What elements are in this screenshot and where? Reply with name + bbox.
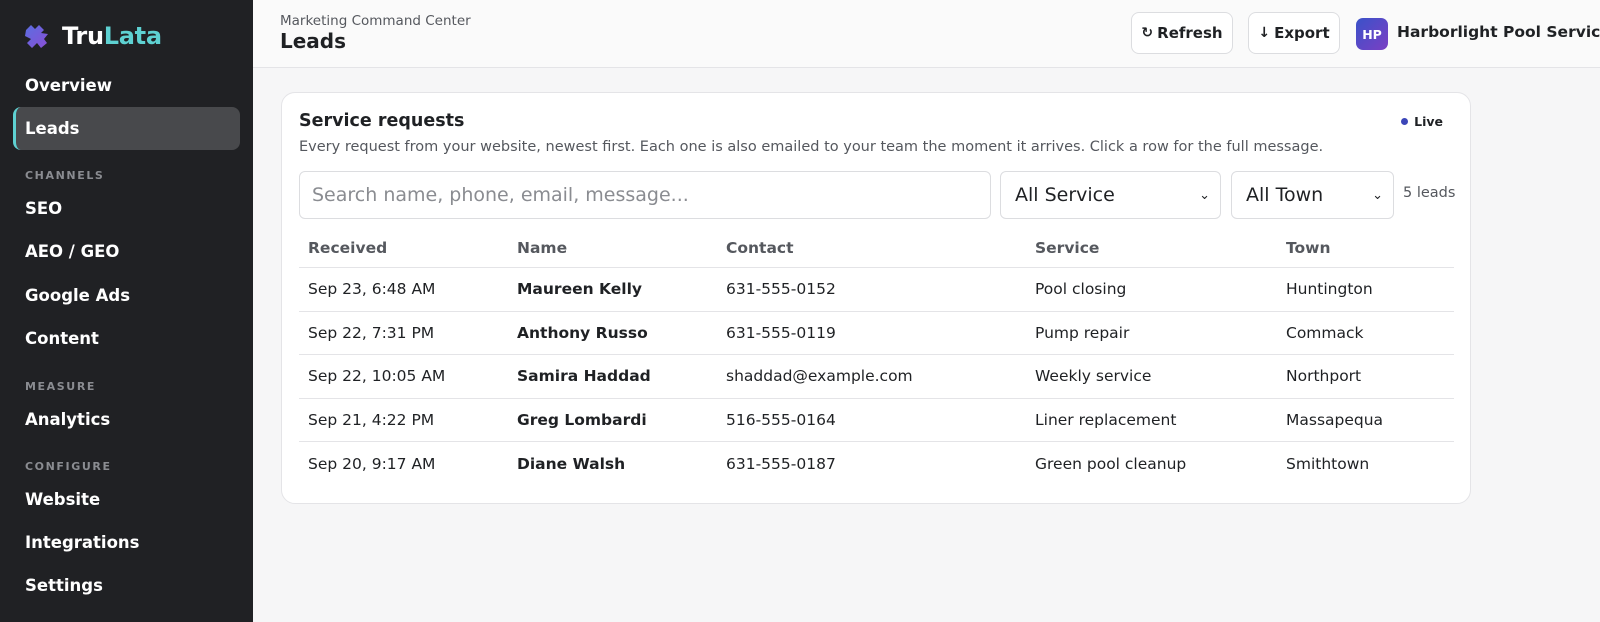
account-name[interactable]: Harborlight Pool Service	[1397, 23, 1600, 41]
avatar[interactable]: HP	[1356, 18, 1388, 50]
table-row[interactable]: Sep 23, 6:48 AM Maureen Kelly 631-555-01…	[299, 268, 1454, 312]
cell-received: Sep 23, 6:48 AM	[308, 280, 436, 299]
cell-received: Sep 21, 4:22 PM	[308, 410, 435, 429]
town-filter-select[interactable]: All Town ⌄	[1231, 171, 1394, 219]
card-subtitle: Every request from your website, newest …	[299, 139, 1324, 155]
cell-contact: 631-555-0187	[726, 454, 836, 473]
arrow-down-icon: ↓	[1258, 25, 1271, 41]
live-label: Live	[1414, 114, 1443, 129]
puzzle-logo-icon	[25, 25, 48, 48]
brand-name-part1: Tru	[62, 22, 104, 50]
sidebar-item-aeo-geo[interactable]: AEO / GEO	[13, 230, 240, 273]
sidebar-item-google-ads[interactable]: Google Ads	[13, 274, 240, 317]
cell-service: Green pool cleanup	[1035, 454, 1187, 473]
sidebar-item-content[interactable]: Content	[13, 317, 240, 360]
table-row[interactable]: Sep 22, 7:31 PM Anthony Russo 631-555-01…	[299, 312, 1454, 355]
cell-name: Samira Haddad	[517, 367, 651, 386]
column-header-name[interactable]: Name	[517, 239, 567, 257]
sidebar-section-configure: CONFIGURE	[25, 460, 112, 473]
sidebar-item-leads[interactable]: Leads	[13, 107, 240, 150]
sidebar: TruLata Overview Leads CHANNELS SEO AEO …	[0, 0, 253, 622]
cell-name: Maureen Kelly	[517, 280, 642, 299]
refresh-icon: ↻	[1141, 25, 1154, 41]
cell-contact: 631-555-0119	[726, 323, 836, 342]
cell-contact: shaddad@example.com	[726, 367, 913, 386]
cell-service: Pump repair	[1035, 323, 1130, 342]
export-button[interactable]: ↓ Export	[1248, 12, 1340, 54]
sidebar-item-analytics[interactable]: Analytics	[13, 398, 240, 441]
service-filter-select[interactable]: All Service ⌄	[1000, 171, 1221, 219]
cell-received: Sep 22, 10:05 AM	[308, 367, 446, 386]
sidebar-item-settings[interactable]: Settings	[13, 564, 240, 607]
town-filter-value: All Town	[1246, 184, 1324, 206]
refresh-label: Refresh	[1157, 24, 1223, 42]
cell-town: Smithtown	[1286, 454, 1370, 473]
cell-name: Greg Lombardi	[517, 410, 647, 429]
cell-town: Huntington	[1286, 280, 1373, 299]
cell-service: Pool closing	[1035, 280, 1127, 299]
table-row[interactable]: Sep 22, 10:05 AM Samira Haddad shaddad@e…	[299, 355, 1454, 399]
export-label: Export	[1274, 24, 1330, 42]
brand-name: TruLata	[62, 22, 162, 50]
main-content: Marketing Command Center Leads ↻ Refresh…	[253, 0, 1600, 622]
topbar: Marketing Command Center Leads ↻ Refresh…	[253, 0, 1600, 68]
page-title: Leads	[280, 29, 347, 53]
search-input[interactable]	[299, 171, 991, 219]
cell-contact: 516-555-0164	[726, 410, 836, 429]
table-row[interactable]: Sep 21, 4:22 PM Greg Lombardi 516-555-01…	[299, 399, 1454, 442]
cell-received: Sep 22, 7:31 PM	[308, 323, 435, 342]
card-title: Service requests	[299, 111, 465, 131]
cell-service: Liner replacement	[1035, 410, 1177, 429]
cell-received: Sep 20, 9:17 AM	[308, 454, 436, 473]
sidebar-item-integrations[interactable]: Integrations	[13, 521, 240, 564]
live-badge: Live	[1401, 114, 1443, 129]
sidebar-section-channels: CHANNELS	[25, 169, 105, 182]
column-header-service[interactable]: Service	[1035, 239, 1099, 257]
sidebar-section-measure: MEASURE	[25, 380, 97, 393]
sidebar-item-seo[interactable]: SEO	[13, 187, 240, 230]
brand[interactable]: TruLata	[0, 0, 253, 72]
cell-town: Massapequa	[1286, 410, 1384, 429]
cell-name: Diane Walsh	[517, 454, 626, 473]
brand-name-part2: Lata	[103, 22, 162, 50]
cell-town: Northport	[1286, 367, 1362, 386]
chevron-down-icon: ⌄	[1199, 187, 1210, 203]
column-header-contact[interactable]: Contact	[726, 239, 794, 257]
column-header-received[interactable]: Received	[308, 239, 387, 257]
chevron-down-icon: ⌄	[1372, 187, 1383, 203]
leads-table: Received Name Contact Service Town Sep 2…	[299, 228, 1454, 486]
lead-count: 5 leads	[1403, 185, 1456, 201]
cell-town: Commack	[1286, 323, 1364, 342]
service-filter-value: All Service	[1015, 184, 1115, 206]
service-requests-card: Service requests Live Every request from…	[281, 92, 1471, 504]
column-header-town[interactable]: Town	[1286, 239, 1331, 257]
cell-contact: 631-555-0152	[726, 280, 836, 299]
cell-name: Anthony Russo	[517, 323, 648, 342]
table-header: Received Name Contact Service Town	[299, 228, 1454, 268]
refresh-button[interactable]: ↻ Refresh	[1131, 12, 1233, 54]
breadcrumb: Marketing Command Center	[280, 13, 471, 29]
cell-service: Weekly service	[1035, 367, 1152, 386]
sidebar-item-overview[interactable]: Overview	[13, 64, 240, 107]
table-row[interactable]: Sep 20, 9:17 AM Diane Walsh 631-555-0187…	[299, 442, 1454, 486]
sidebar-item-website[interactable]: Website	[13, 478, 240, 521]
live-dot-icon	[1401, 118, 1409, 125]
